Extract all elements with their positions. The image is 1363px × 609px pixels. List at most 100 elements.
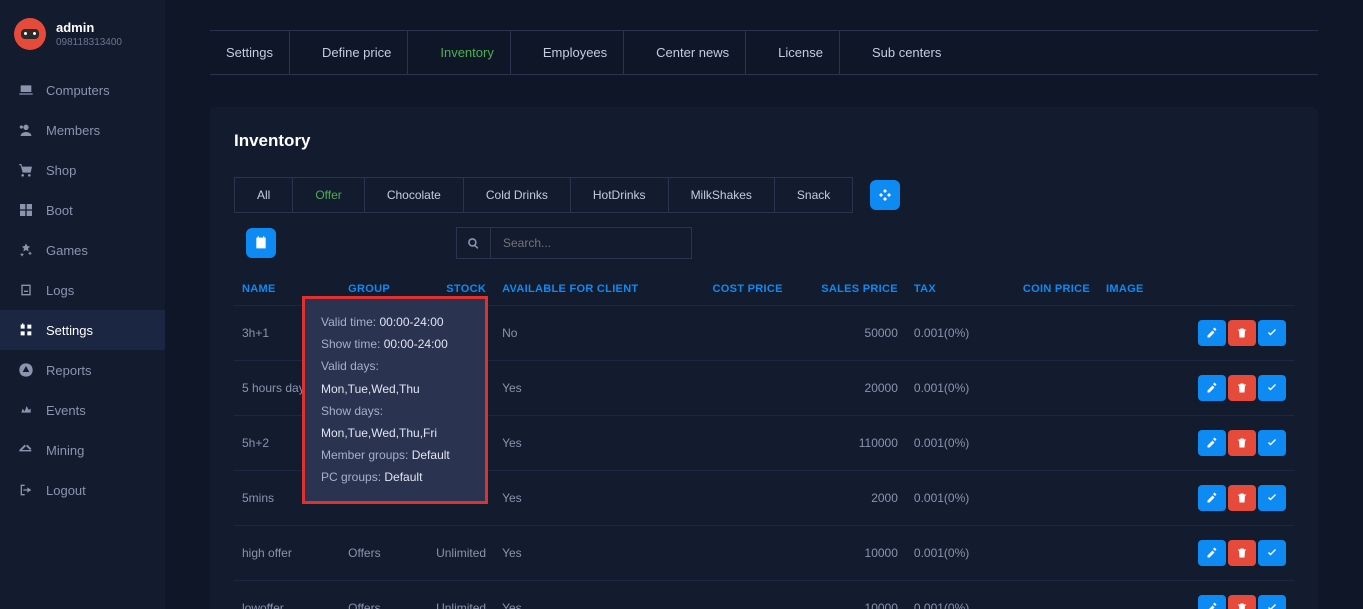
sidebar: admin 098118313400 ComputersMembers Shop B… <box>0 0 165 609</box>
col-tax[interactable]: TAX <box>906 273 995 306</box>
delete-button[interactable] <box>1228 320 1256 346</box>
cell-tax: 0.001(0%) <box>906 361 995 416</box>
confirm-button[interactable] <box>1258 540 1286 566</box>
nav-logout[interactable]: Logout <box>0 470 165 510</box>
top-tab-license[interactable]: License <box>778 31 840 74</box>
col-coin[interactable]: COIN PRICE <box>995 273 1098 306</box>
user-phone: 098118313400 <box>56 37 122 48</box>
mining-icon <box>18 442 34 458</box>
trash-icon <box>1236 492 1248 504</box>
cell-sales: 110000 <box>791 416 906 471</box>
nav-mining[interactable]: Mining <box>0 430 165 470</box>
offer-details-tooltip: Valid time: 00:00-24:00 Show time: 00:00… <box>302 296 488 504</box>
top-tab-employees[interactable]: Employees <box>543 31 624 74</box>
top-tab-sub-centers[interactable]: Sub centers <box>872 31 957 74</box>
nav-label: Games <box>46 243 88 258</box>
cell-group: Offers <box>340 581 412 609</box>
edit-button[interactable] <box>1198 595 1226 609</box>
filter-row: AllOfferChocolateCold DrinksHotDrinksMil… <box>234 177 1294 213</box>
nav-boot[interactable]: Boot <box>0 190 165 230</box>
col-sales[interactable]: SALES PRICE <box>791 273 906 306</box>
filter-snack[interactable]: Snack <box>774 177 853 213</box>
edit-icon <box>1206 602 1218 609</box>
nav-games[interactable]: Games <box>0 230 165 270</box>
cell-coin <box>995 526 1098 581</box>
cell-sales: 20000 <box>791 361 906 416</box>
filter-milkshakes[interactable]: MilkShakes <box>668 177 775 213</box>
edit-button[interactable] <box>1198 320 1226 346</box>
edit-icon <box>1206 327 1218 339</box>
check-icon <box>1266 547 1278 559</box>
delete-button[interactable] <box>1228 485 1256 511</box>
nav-reports[interactable]: Reports <box>0 350 165 390</box>
nav-logs[interactable]: Logs <box>0 270 165 310</box>
filter-all[interactable]: All <box>234 177 293 213</box>
cell-coin <box>995 471 1098 526</box>
add-category-button[interactable] <box>870 180 900 210</box>
delete-button[interactable] <box>1228 595 1256 609</box>
confirm-button[interactable] <box>1258 320 1286 346</box>
delete-button[interactable] <box>1228 540 1256 566</box>
edit-button[interactable] <box>1198 485 1226 511</box>
top-tab-settings[interactable]: Settings <box>226 31 290 74</box>
nav-events[interactable]: Events <box>0 390 165 430</box>
top-tabs-bar: Settings Define price Inventory Employees Ce… <box>165 0 1363 75</box>
search-input[interactable] <box>491 228 691 258</box>
top-tab-define-price[interactable]: Define price <box>322 31 408 74</box>
delete-button[interactable] <box>1228 430 1256 456</box>
cell-available: Yes <box>494 526 683 581</box>
nav-label: Mining <box>46 443 84 458</box>
games-icon <box>18 242 34 258</box>
table-row[interactable]: lowoffer Offers Unlimited Yes 10000 0.00… <box>234 581 1294 609</box>
toolbar-row <box>234 227 1294 259</box>
computers-icon <box>18 82 34 98</box>
trash-icon <box>1236 327 1248 339</box>
nav-label: Shop <box>46 163 76 178</box>
nav-label: Logs <box>46 283 74 298</box>
table-row[interactable]: high offer Offers Unlimited Yes 10000 0.… <box>234 526 1294 581</box>
calendar-button[interactable] <box>246 228 276 258</box>
trash-icon <box>1236 437 1248 449</box>
panel-title: Inventory <box>234 131 1294 151</box>
edit-button[interactable] <box>1198 375 1226 401</box>
col-cost[interactable]: COST PRICE <box>684 273 791 306</box>
confirm-button[interactable] <box>1258 375 1286 401</box>
search-icon-box <box>457 228 491 258</box>
edit-button[interactable] <box>1198 430 1226 456</box>
filter-cold-drinks[interactable]: Cold Drinks <box>463 177 571 213</box>
user-block: admin 098118313400 <box>0 0 165 70</box>
nav-shop[interactable]: Shop <box>0 150 165 190</box>
cell-available: Yes <box>494 471 683 526</box>
confirm-button[interactable] <box>1258 485 1286 511</box>
cell-tax: 0.001(0%) <box>906 416 995 471</box>
cell-cost <box>684 471 791 526</box>
cell-image <box>1098 361 1165 416</box>
filter-hotdrinks[interactable]: HotDrinks <box>570 177 669 213</box>
cell-stock: Unlimited <box>412 526 494 581</box>
filter-chocolate[interactable]: Chocolate <box>364 177 464 213</box>
filter-offer[interactable]: Offer <box>292 177 364 213</box>
check-icon <box>1266 327 1278 339</box>
search-box <box>456 227 692 259</box>
confirm-button[interactable] <box>1258 595 1286 609</box>
check-icon <box>1266 437 1278 449</box>
col-image[interactable]: IMAGE <box>1098 273 1165 306</box>
edit-button[interactable] <box>1198 540 1226 566</box>
cell-cost <box>684 526 791 581</box>
top-tab-inventory[interactable]: Inventory <box>440 31 510 74</box>
cell-available: Yes <box>494 581 683 609</box>
nav-members[interactable]: Members <box>0 110 165 150</box>
confirm-button[interactable] <box>1258 430 1286 456</box>
calendar-icon <box>253 235 269 251</box>
nav-computers[interactable]: Computers <box>0 70 165 110</box>
delete-button[interactable] <box>1228 375 1256 401</box>
nav-settings[interactable]: Settings <box>0 310 165 350</box>
cell-image <box>1098 581 1165 609</box>
col-available[interactable]: AVAILABLE FOR CLIENT <box>494 273 683 306</box>
check-icon <box>1266 602 1278 609</box>
top-tab-center-news[interactable]: Center news <box>656 31 746 74</box>
boot-icon <box>18 202 34 218</box>
cell-cost <box>684 361 791 416</box>
cell-image <box>1098 306 1165 361</box>
edit-icon <box>1206 382 1218 394</box>
